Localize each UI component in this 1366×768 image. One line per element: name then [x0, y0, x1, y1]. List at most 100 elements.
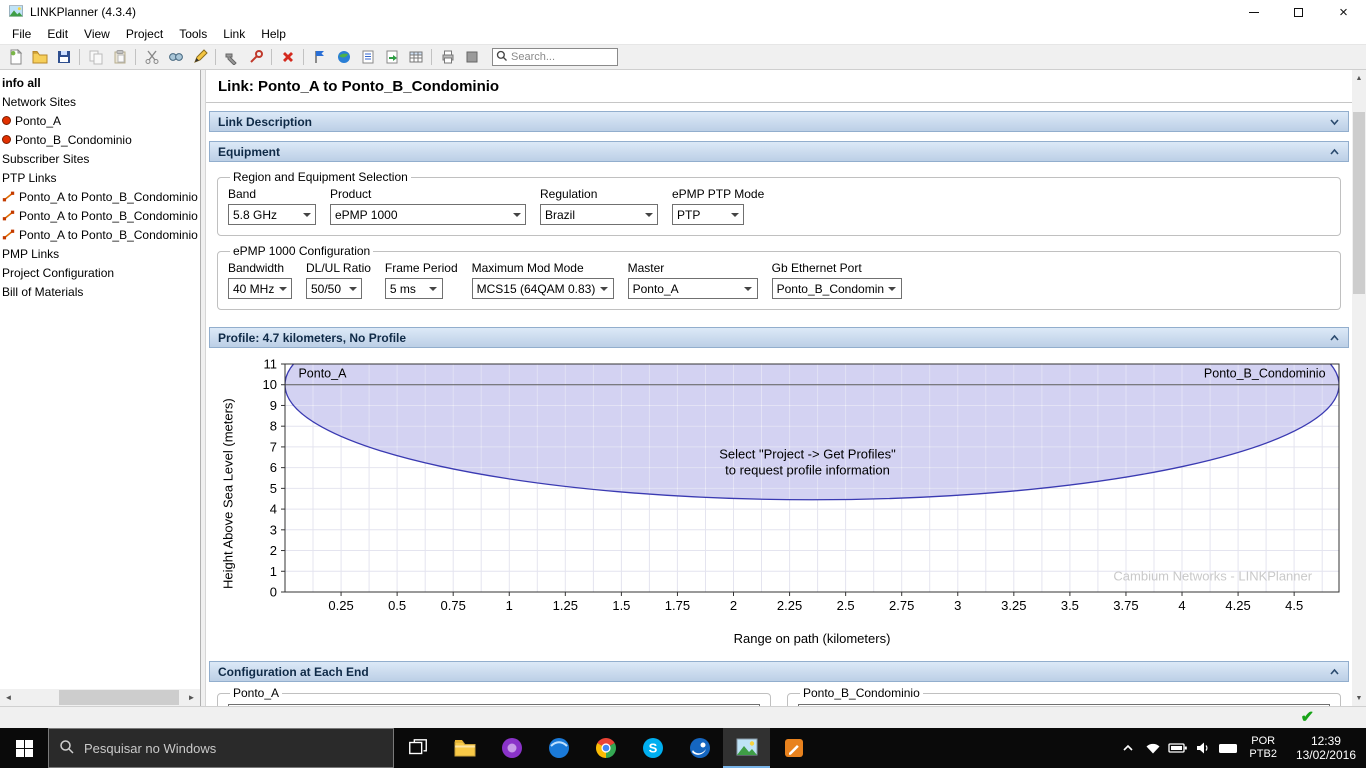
- taskbar-app-linkplanner[interactable]: [723, 728, 770, 768]
- chevron-up-icon[interactable]: [1115, 728, 1140, 768]
- svg-text:0.25: 0.25: [328, 598, 353, 613]
- section-equipment[interactable]: Equipment: [209, 141, 1349, 162]
- tree-item-ponto-b-condominio[interactable]: Ponto_B_Condominio: [0, 130, 200, 149]
- group-legend: Ponto_B_Condominio: [800, 686, 923, 700]
- keyboard-icon[interactable]: [1215, 728, 1240, 768]
- bandwidth-combobox[interactable]: 40 MHz: [228, 278, 292, 299]
- tree-item-subscriber-sites[interactable]: Subscriber Sites: [0, 149, 200, 168]
- toolbar: [0, 44, 1366, 70]
- maximum-mod-mode-combobox[interactable]: MCS15 (64QAM 0.83): [472, 278, 614, 299]
- toolbar-search[interactable]: [492, 48, 618, 66]
- menu-project[interactable]: Project: [118, 25, 171, 43]
- volume-icon[interactable]: [1190, 728, 1215, 768]
- tree-item-ponto-a-to-ponto-b-condominio[interactable]: Ponto_A to Ponto_B_Condominio: [0, 187, 200, 206]
- scroll-up-arrow[interactable]: ▲: [1352, 70, 1366, 86]
- scroll-left-arrow[interactable]: ◄: [0, 689, 17, 706]
- chevron-down-icon: [1329, 118, 1340, 126]
- taskbar-search[interactable]: Pesquisar no Windows: [48, 728, 394, 768]
- language-indicator[interactable]: POR PTB2: [1240, 735, 1286, 761]
- field-label: DL/UL Ratio: [306, 261, 371, 275]
- v-scrollbar-thumb[interactable]: [1353, 112, 1365, 294]
- menu-link[interactable]: Link: [215, 25, 253, 43]
- taskbar-app-app-blue[interactable]: [535, 728, 582, 768]
- search-input[interactable]: [511, 51, 614, 63]
- tree-item-label: PTP Links: [2, 171, 56, 185]
- field-master: Master Ponto_A: [628, 261, 758, 299]
- section-link-description[interactable]: Link Description: [209, 111, 1349, 132]
- tree-item-ponto-a-to-ponto-b-condominio[interactable]: Ponto_A to Ponto_B_Condominio: [0, 225, 200, 244]
- tree-item-ponto-a[interactable]: Ponto_A: [0, 111, 200, 130]
- taskbar-app-skype[interactable]: S: [629, 728, 676, 768]
- epmp-ptp-mode-combobox[interactable]: PTP: [672, 204, 744, 225]
- edit-button[interactable]: [188, 47, 211, 68]
- report-button[interactable]: [356, 47, 379, 68]
- open-project-button[interactable]: [28, 47, 51, 68]
- taskbar-app-task-view[interactable]: [394, 728, 441, 768]
- delete-button[interactable]: [276, 47, 299, 68]
- chevron-down-icon: [884, 279, 901, 298]
- calibrate-button[interactable]: [244, 47, 267, 68]
- tree-item-project-configuration[interactable]: Project Configuration: [0, 263, 200, 282]
- taskbar-app-app-swirl[interactable]: [676, 728, 723, 768]
- paste-icon: [112, 49, 128, 65]
- sidebar-h-scrollbar[interactable]: ◄ ►: [0, 689, 200, 706]
- minimize-button[interactable]: [1231, 0, 1276, 24]
- tree-item-ponto-a-to-ponto-b-condominio[interactable]: Ponto_A to Ponto_B_Condominio: [0, 206, 200, 225]
- tree-item-label: Bill of Materials: [2, 285, 83, 299]
- regulation-combobox[interactable]: Brazil: [540, 204, 658, 225]
- battery-icon[interactable]: [1165, 728, 1190, 768]
- start-button[interactable]: [0, 728, 48, 768]
- export-button[interactable]: [380, 47, 403, 68]
- h-scrollbar-track[interactable]: [17, 689, 183, 706]
- field-label: Regulation: [540, 187, 658, 201]
- scroll-down-arrow[interactable]: ▼: [1352, 690, 1366, 706]
- bom-button[interactable]: [404, 47, 427, 68]
- menu-file[interactable]: File: [4, 25, 39, 43]
- gb-ethernet-port-combobox[interactable]: Ponto_B_Condominio: [772, 278, 902, 299]
- taskbar-app-app-purple[interactable]: [488, 728, 535, 768]
- toolbar-separator: [303, 49, 304, 65]
- dl-ul-ratio-combobox[interactable]: 50/50: [306, 278, 362, 299]
- close-button[interactable]: ×: [1321, 0, 1366, 24]
- section-profile[interactable]: Profile: 4.7 kilometers, No Profile: [209, 327, 1349, 348]
- snapshot-button[interactable]: [460, 47, 483, 68]
- frame-period-combobox[interactable]: 5 ms: [385, 278, 443, 299]
- h-scrollbar-thumb[interactable]: [59, 690, 179, 705]
- y-axis-title: Height Above Sea Level (meters): [217, 358, 239, 629]
- maximize-button[interactable]: [1276, 0, 1321, 24]
- report-icon: [360, 49, 376, 65]
- paste-button[interactable]: [108, 47, 131, 68]
- master-combobox[interactable]: Ponto_A: [628, 278, 758, 299]
- cut-button[interactable]: [140, 47, 163, 68]
- tree-item-bill-of-materials[interactable]: Bill of Materials: [0, 282, 200, 301]
- menu-view[interactable]: View: [76, 25, 118, 43]
- band-combobox[interactable]: 5.8 GHz: [228, 204, 316, 225]
- taskbar-app-file-explorer[interactable]: [441, 728, 488, 768]
- google-earth-button[interactable]: [332, 47, 355, 68]
- tree-item-pmp-links[interactable]: PMP Links: [0, 244, 200, 263]
- chevron-down-icon: [508, 205, 525, 224]
- tree-item-info-all[interactable]: info all: [0, 73, 200, 92]
- find-button[interactable]: [164, 47, 187, 68]
- content-v-scrollbar[interactable]: ▲ ▼: [1352, 70, 1366, 706]
- taskbar-app-app-orange[interactable]: [770, 728, 817, 768]
- product-combobox[interactable]: ePMP 1000: [330, 204, 526, 225]
- menu-help[interactable]: Help: [253, 25, 294, 43]
- tree-item-label: PMP Links: [2, 247, 59, 261]
- copy-button[interactable]: [84, 47, 107, 68]
- tree-item-ptp-links[interactable]: PTP Links: [0, 168, 200, 187]
- print-button[interactable]: [436, 47, 459, 68]
- network-icon[interactable]: [1140, 728, 1165, 768]
- taskbar-clock[interactable]: 12:39 13/02/2016: [1286, 734, 1366, 762]
- menu-edit[interactable]: Edit: [39, 25, 76, 43]
- placemark-button[interactable]: [308, 47, 331, 68]
- save-project-button[interactable]: [52, 47, 75, 68]
- taskbar-app-chrome[interactable]: [582, 728, 629, 768]
- menu-tools[interactable]: Tools: [171, 25, 215, 43]
- field-band: Band 5.8 GHz: [228, 187, 316, 225]
- tools-button[interactable]: [220, 47, 243, 68]
- tree-item-network-sites[interactable]: Network Sites: [0, 92, 200, 111]
- scroll-right-arrow[interactable]: ►: [183, 689, 200, 706]
- new-project-button[interactable]: [4, 47, 27, 68]
- section-configuration-at-each-end[interactable]: Configuration at Each End: [209, 661, 1349, 682]
